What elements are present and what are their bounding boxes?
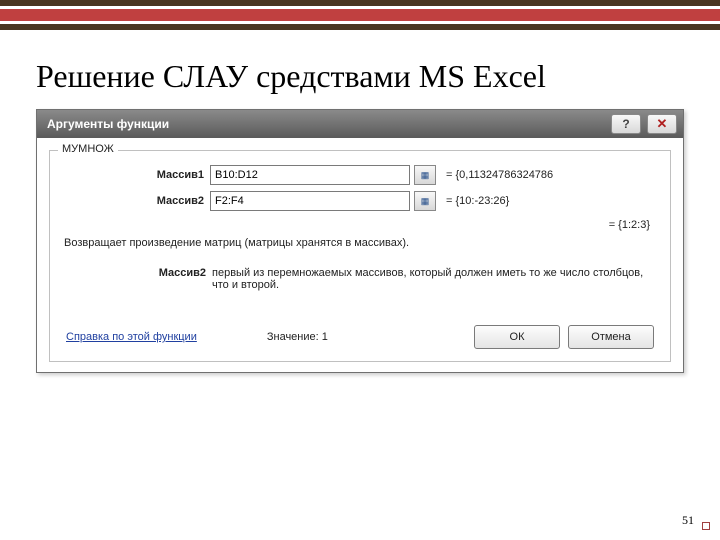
titlebar-buttons: ? ✕ xyxy=(611,114,677,134)
function-help-link[interactable]: Справка по этой функции xyxy=(66,331,197,343)
arg-help-label: Массив2 xyxy=(66,267,212,291)
ok-button[interactable]: ОК xyxy=(474,325,560,349)
arg2-input[interactable] xyxy=(210,191,410,211)
function-fieldset: МУМНОЖ Массив1 ▦ = {0,11324786324786 Мас… xyxy=(49,150,671,362)
collapse-dialog-icon: ▦ xyxy=(421,171,430,180)
arg1-result: = {0,11324786324786 xyxy=(446,169,553,181)
function-arguments-dialog: Аргументы функции ? ✕ МУМНОЖ Массив1 ▦ =… xyxy=(36,109,684,373)
top-bands xyxy=(0,0,720,30)
dialog-bottom-row: Справка по этой функции Значение: 1 ОК О… xyxy=(66,325,654,349)
close-icon: ✕ xyxy=(657,116,668,132)
page-number: 51 xyxy=(682,513,694,528)
arg1-ref-button[interactable]: ▦ xyxy=(414,165,436,185)
arg-help-text: первый из перемножаемых массивов, которы… xyxy=(212,267,654,291)
page-title: Решение СЛАУ средствами MS Excel xyxy=(36,58,720,95)
dialog-title: Аргументы функции xyxy=(47,117,169,131)
value-label: Значение: 1 xyxy=(267,331,328,343)
arg2-result: = {10:-23:26} xyxy=(446,195,509,207)
collapse-dialog-icon: ▦ xyxy=(421,197,430,206)
function-description: Возвращает произведение матриц (матрицы … xyxy=(64,237,656,249)
arg1-label: Массив1 xyxy=(60,169,210,181)
arg-row-2: Массив2 ▦ = {10:-23:26} xyxy=(60,191,660,211)
function-name-legend: МУМНОЖ xyxy=(58,143,118,155)
arg2-ref-button[interactable]: ▦ xyxy=(414,191,436,211)
close-button[interactable]: ✕ xyxy=(647,114,677,134)
help-button[interactable]: ? xyxy=(611,114,641,134)
arg-row-1: Массив1 ▦ = {0,11324786324786 xyxy=(60,165,660,185)
slide-decor-icon xyxy=(702,522,710,530)
arg2-label: Массив2 xyxy=(60,195,210,207)
arg1-input[interactable] xyxy=(210,165,410,185)
question-icon: ? xyxy=(622,117,629,131)
dialog-titlebar: Аргументы функции ? ✕ xyxy=(37,110,683,138)
argument-help: Массив2 первый из перемножаемых массивов… xyxy=(66,267,654,291)
cancel-button[interactable]: Отмена xyxy=(568,325,654,349)
formula-result-preview: = {1:2:3} xyxy=(60,219,650,231)
